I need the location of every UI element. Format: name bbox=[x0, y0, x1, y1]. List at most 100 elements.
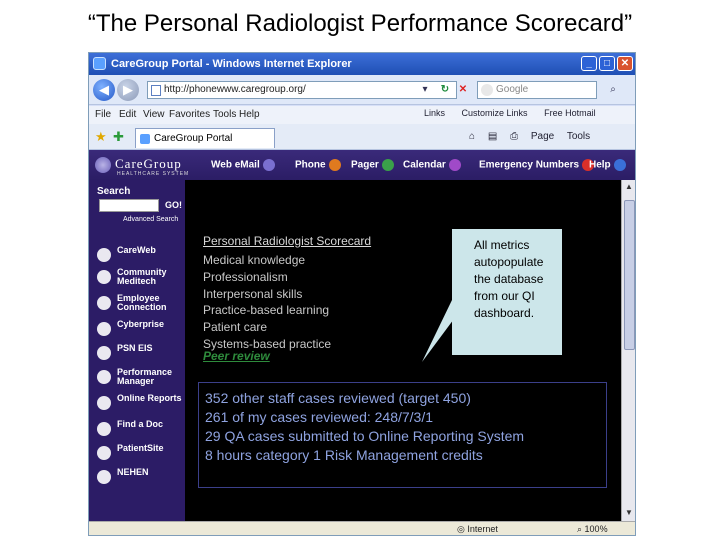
sidebar-item-label: NEHEN bbox=[117, 467, 149, 477]
status-zoom-label: 100% bbox=[584, 524, 608, 534]
sidebar-item-patientsite[interactable]: PatientSite bbox=[97, 442, 187, 466]
scorecard-panel: Personal Radiologist Scorecard Medical k… bbox=[197, 228, 457, 368]
sidebar-item-careweb[interactable]: CareWeb bbox=[97, 244, 187, 268]
sidebar-item-psn-eis[interactable]: PSN EIS bbox=[97, 342, 187, 366]
online-reports-icon bbox=[97, 396, 111, 410]
stat-line: 352 other staff cases reviewed (target 4… bbox=[205, 390, 471, 406]
google-icon bbox=[481, 84, 493, 96]
menu-edit[interactable]: Edit bbox=[119, 109, 136, 120]
header-link-calendar[interactable]: Calendar bbox=[403, 159, 461, 171]
sidebar-item-performance-manager[interactable]: Performance Manager bbox=[97, 366, 187, 390]
minimize-button[interactable]: _ bbox=[581, 56, 597, 71]
sidebar-item-label: Performance Manager bbox=[117, 367, 173, 386]
header-link-webmail[interactable]: Web eMail bbox=[211, 159, 275, 171]
forward-button[interactable]: ▶ bbox=[117, 79, 139, 101]
portal-search-go-button[interactable]: GO! bbox=[165, 200, 182, 210]
peer-review-link[interactable]: Peer review bbox=[203, 349, 270, 363]
sidebar-item-label: Online Reports bbox=[117, 393, 182, 403]
psn-eis-icon bbox=[97, 346, 111, 360]
menu-tools[interactable]: Tools bbox=[213, 109, 236, 120]
sidebar-item-label: CareWeb bbox=[117, 245, 156, 255]
sidebar-item-label: Cyberprise bbox=[117, 319, 165, 329]
sidebar-item-label: PatientSite bbox=[117, 443, 164, 453]
stop-button[interactable]: ✕ bbox=[455, 82, 471, 98]
sidebar-item-community-meditech[interactable]: Community Meditech bbox=[97, 266, 187, 290]
menu-view[interactable]: View bbox=[143, 109, 165, 120]
page-menu-button[interactable]: Page bbox=[531, 131, 554, 142]
scorecard-title[interactable]: Personal Radiologist Scorecard bbox=[203, 234, 371, 248]
command-bar: ★ ✚ CareGroup Portal ⌂ ▤ ⎙ Page Tools bbox=[89, 124, 635, 150]
sidebar-item-employee-connection[interactable]: Employee Connection bbox=[97, 292, 187, 316]
stat-line: 261 of my cases reviewed: 248/7/3/1 bbox=[205, 409, 434, 425]
web-search-input[interactable]: Google bbox=[477, 81, 597, 99]
status-zone-label: Internet bbox=[467, 524, 498, 534]
maximize-button[interactable]: □ bbox=[599, 56, 615, 71]
tools-menu-button[interactable]: Tools bbox=[567, 131, 590, 142]
ie-logo-icon bbox=[93, 57, 106, 70]
sidebar-item-cyberprise[interactable]: Cyberprise bbox=[97, 318, 187, 342]
stat-line: 8 hours category 1 Risk Management credi… bbox=[205, 447, 483, 463]
scrollbar-thumb[interactable] bbox=[624, 200, 635, 350]
page-icon bbox=[151, 85, 161, 96]
header-link-phone[interactable]: Phone bbox=[295, 159, 341, 171]
slide-title: “The Personal Radiologist Performance Sc… bbox=[87, 10, 633, 37]
menu-file[interactable]: File bbox=[95, 109, 111, 120]
find-a-doc-icon bbox=[97, 422, 111, 436]
performance-manager-icon bbox=[97, 370, 111, 384]
peer-review-stats-box: 352 other staff cases reviewed (target 4… bbox=[198, 382, 607, 488]
stat-line: 29 QA cases submitted to Online Reportin… bbox=[205, 428, 525, 444]
add-favorite-icon[interactable]: ✚ bbox=[113, 129, 124, 145]
portal-search-input[interactable] bbox=[99, 199, 159, 212]
callout-text: All metrics autopopulate the database fr… bbox=[474, 238, 544, 320]
status-zoom[interactable]: ⌕ 100% bbox=[577, 524, 608, 535]
vertical-scrollbar[interactable]: ▲ ▼ bbox=[621, 180, 635, 521]
help-icon bbox=[613, 159, 626, 171]
sidebar-item-online-reports[interactable]: Online Reports bbox=[97, 392, 187, 416]
employee-connection-icon bbox=[97, 296, 111, 310]
header-link-emergency-label: Emergency Numbers bbox=[479, 159, 580, 171]
sidebar-item-nehen[interactable]: NEHEN bbox=[97, 466, 187, 490]
link-free-hotmail[interactable]: Free Hotmail bbox=[544, 108, 596, 118]
address-bar: ◀ ▶ http://phonewww.caregroup.org/ ▾ ↻ ✕… bbox=[89, 75, 635, 105]
metric-item: Practice-based learning bbox=[203, 303, 330, 318]
header-link-pager[interactable]: Pager bbox=[351, 159, 394, 171]
close-button[interactable]: ✕ bbox=[617, 56, 633, 71]
search-label: Search bbox=[97, 186, 131, 197]
command-buttons: ⌂ ▤ ⎙ Page Tools bbox=[469, 131, 600, 142]
status-bar: ◎ Internet ⌕ 100% bbox=[89, 521, 635, 535]
advanced-search-link[interactable]: Advanced Search bbox=[123, 216, 178, 223]
portal-sidebar: Search GO! Advanced Search CareWeb Commu… bbox=[89, 180, 185, 521]
menu-favorites[interactable]: Favorites bbox=[169, 109, 210, 120]
url-dropdown-button[interactable]: ▾ bbox=[417, 82, 433, 98]
tab-caregroup-portal[interactable]: CareGroup Portal bbox=[135, 128, 275, 148]
zoom-icon: ⌕ bbox=[577, 524, 585, 534]
nehen-icon bbox=[97, 470, 111, 484]
scroll-down-icon[interactable]: ▼ bbox=[625, 508, 633, 517]
sidebar-item-find-a-doc[interactable]: Find a Doc bbox=[97, 418, 187, 442]
pager-icon bbox=[381, 159, 394, 171]
tab-page-icon bbox=[140, 134, 150, 144]
favorites-star-icon[interactable]: ★ bbox=[95, 129, 107, 145]
scroll-up-icon[interactable]: ▲ bbox=[625, 182, 633, 191]
refresh-button[interactable]: ↻ bbox=[437, 82, 453, 98]
logo-subtitle: HEALTHCARE SYSTEM bbox=[117, 171, 190, 177]
header-link-phone-label: Phone bbox=[295, 159, 326, 171]
feeds-icon[interactable]: ▤ bbox=[488, 131, 497, 142]
metric-item: Medical knowledge bbox=[203, 253, 306, 267]
home-icon[interactable]: ⌂ bbox=[469, 131, 475, 142]
peer-review-stats-list: 352 other staff cases reviewed (target 4… bbox=[205, 389, 606, 465]
search-go-button[interactable]: ⌕ bbox=[605, 82, 621, 98]
sidebar-item-label: Employee Connection bbox=[117, 293, 167, 312]
menu-help[interactable]: Help bbox=[239, 109, 260, 120]
title-bar: CareGroup Portal - Windows Internet Expl… bbox=[89, 53, 635, 75]
calendar-icon bbox=[448, 159, 461, 171]
header-link-help[interactable]: Help bbox=[589, 159, 626, 171]
link-customize[interactable]: Customize Links bbox=[462, 108, 528, 118]
sidebar-item-label: Find a Doc bbox=[117, 419, 164, 429]
header-link-emergency-numbers[interactable]: Emergency Numbers bbox=[479, 159, 595, 171]
url-input[interactable]: http://phonewww.caregroup.org/ bbox=[147, 81, 457, 99]
back-button[interactable]: ◀ bbox=[93, 79, 115, 101]
links-label[interactable]: Links bbox=[424, 108, 445, 118]
phone-icon bbox=[328, 159, 341, 171]
print-icon[interactable]: ⎙ bbox=[510, 131, 518, 142]
